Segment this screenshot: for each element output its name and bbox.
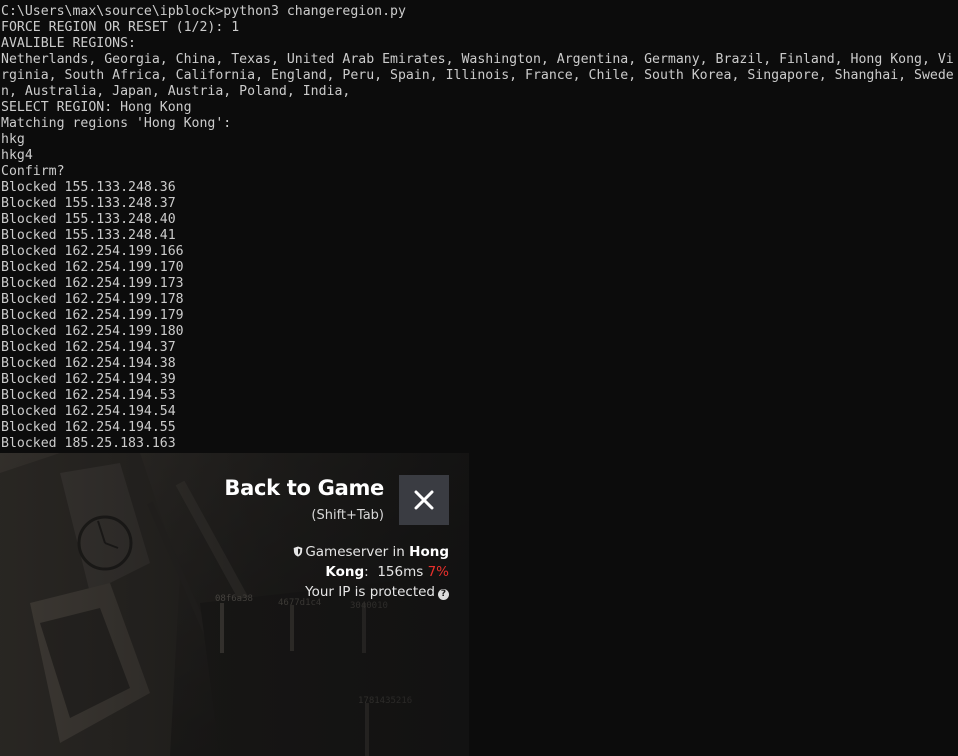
ip-protected-text: Your IP is protected [305,584,435,600]
terminal-line: SELECT REGION: Hong Kong [1,100,192,115]
terminal-line: Blocked 155.133.248.41 [1,228,176,243]
terminal-line: Blocked 162.254.199.180 [1,324,184,339]
back-to-game-button[interactable]: Back to Game [224,476,384,500]
close-icon [414,490,434,510]
server-line: Gameserver in Hong [249,542,449,562]
terminal-line: Netherlands, Georgia, China, Texas, Unit… [1,52,954,67]
server-colon: : [364,564,369,580]
terminal-line: Blocked 155.133.248.37 [1,196,176,211]
terminal-line: Blocked 162.254.194.53 [1,388,176,403]
close-button[interactable] [399,475,449,525]
server-info: Gameserver in Hong Kong: 156ms 7% Your I… [249,542,449,602]
terminal-line: Blocked 155.133.248.36 [1,180,176,195]
terminal-line: rginia, South Africa, California, Englan… [1,68,954,83]
terminal-line: Blocked 162.254.199.173 [1,276,184,291]
terminal-line: Blocked 162.254.199.179 [1,308,184,323]
help-icon[interactable]: ? [438,589,449,600]
terminal-line: C:\Users\max\source\ipblock>python3 chan… [1,4,406,19]
terminal-line: Blocked 162.254.199.166 [1,244,184,259]
terminal-line: hkg [1,132,25,147]
steam-overlay-panel: 08f6a38 4677d1c4 3040010 1781435216 Back… [0,453,469,756]
back-to-game-shortcut: (Shift+Tab) [311,508,384,523]
terminal-line: Confirm? [1,164,65,179]
terminal-line: Blocked 162.254.194.39 [1,372,176,387]
terminal-line: AVALIBLE REGIONS: [1,36,136,51]
server-region-part2: Kong [325,564,365,580]
packet-loss-value: 7% [427,564,449,580]
terminal-line: Blocked 162.254.194.38 [1,356,176,371]
terminal-line: Blocked 162.254.194.55 [1,420,176,435]
terminal-line: FORCE REGION OR RESET (1/2): 1 [1,20,240,35]
terminal-line: Blocked 162.254.194.37 [1,340,176,355]
terminal-line: hkg4 [1,148,33,163]
server-prefix: Gameserver in [305,544,405,560]
terminal-line: n, Australia, Japan, Austria, Poland, In… [1,84,351,99]
overlay-content: Back to Game (Shift+Tab) Gameserver in H… [0,453,469,756]
terminal-line: Blocked 155.133.248.40 [1,212,176,227]
ping-line: Kong: 156ms 7% [249,562,449,582]
terminal-line: Blocked 185.25.183.163 [1,436,176,451]
terminal-line: Matching regions 'Hong Kong': [1,116,232,131]
terminal-line: Blocked 162.254.199.178 [1,292,184,307]
ping-value: 156ms [377,564,424,580]
shield-icon [294,546,303,557]
server-region-part1: Hong [409,544,449,560]
ip-protected-line: Your IP is protected? [249,582,449,602]
terminal-line: Blocked 162.254.199.170 [1,260,184,275]
terminal-line: Blocked 162.254.194.54 [1,404,176,419]
